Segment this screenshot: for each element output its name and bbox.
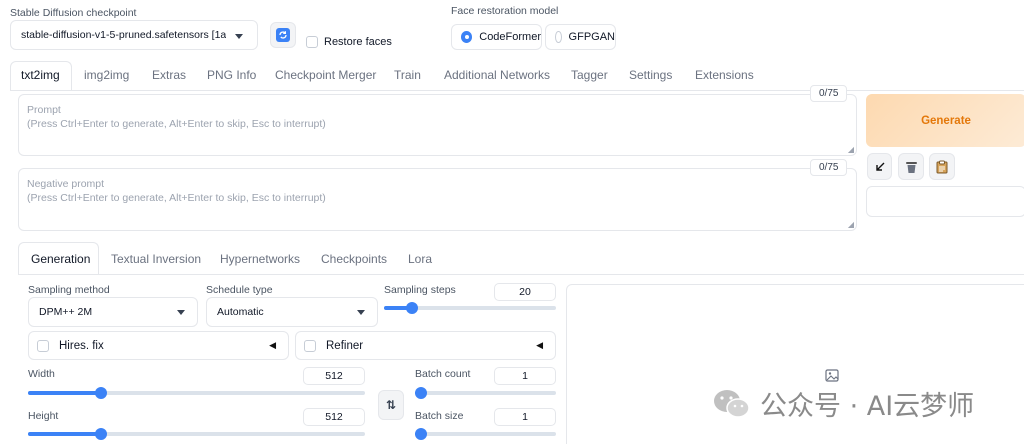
subtab-generation[interactable]: Generation [31,252,90,266]
hires-fix-accordion[interactable]: Hires. fix ◀ [28,331,289,360]
swap-icon: ⇅ [385,398,397,412]
sampling-method-select[interactable]: DPM++ 2M [28,297,198,327]
slider-fill [28,432,102,436]
watermark-text: 公众号 · AI云梦师 [760,391,975,422]
refresh-checkpoint-button[interactable] [270,22,296,48]
slider-handle[interactable] [406,302,419,314]
negative-prompt-textarea[interactable]: Negative prompt (Press Ctrl+Enter to gen… [18,168,857,231]
checkpoint-label: Stable Diffusion checkpoint [10,7,137,19]
tab-settings[interactable]: Settings [629,68,672,82]
swap-dimensions-button[interactable]: ⇅ [378,390,404,420]
clipboard-icon [936,160,948,173]
sampling-steps-input[interactable]: 20 [494,283,556,301]
chevron-down-icon [357,310,365,315]
subtabs-divider [18,274,1024,275]
schedule-type-value: Automatic [217,306,264,318]
width-input[interactable]: 512 [303,367,365,385]
generate-button[interactable]: Generate [866,94,1024,147]
checkpoint-select[interactable]: stable-diffusion-v1-5-pruned.safetensors… [10,20,258,50]
batch-count-input[interactable]: 1 [494,367,556,385]
read-params-button[interactable] [867,153,892,180]
refresh-icon [276,28,290,42]
sampling-method-value: DPM++ 2M [39,306,93,318]
tab-extensions[interactable]: Extensions [695,68,754,82]
height-input[interactable]: 512 [303,408,365,426]
chevron-down-icon [177,310,185,315]
tab-additional-networks[interactable]: Additional Networks [444,68,550,82]
clear-prompt-button[interactable] [898,153,924,180]
height-label: Height [28,410,59,422]
refiner-accordion[interactable]: Refiner ◀ [295,331,556,360]
hires-fix-label: Hires. fix [59,339,104,352]
generate-label: Generate [921,114,971,127]
sampling-method-label: Sampling method [28,284,110,296]
checkpoint-value: stable-diffusion-v1-5-pruned.safetensors… [21,29,226,41]
negative-token-counter: 0/75 [810,159,848,176]
hires-fix-checkbox[interactable] [37,339,49,352]
collapse-arrow-icon: ◀ [536,340,543,350]
tabs-divider [10,90,1024,91]
tab-checkpoint-merger[interactable]: Checkpoint Merger [275,68,376,82]
tab-img2img[interactable]: img2img [84,68,129,82]
subtab-textual-inversion[interactable]: Textual Inversion [111,252,201,266]
radio-gfpgan[interactable]: GFPGAN [545,24,616,50]
radio-selected-icon [461,31,473,43]
width-label: Width [28,368,55,380]
checkbox-box[interactable] [306,36,318,48]
slider-handle[interactable] [415,428,427,440]
radio-codeformer-label: CodeFormer [479,31,541,43]
prompt-token-counter: 0/75 [810,85,848,102]
radio-unselected-icon [555,31,562,43]
image-icon [825,369,839,382]
batch-size-input[interactable]: 1 [494,408,556,426]
slider-handle[interactable] [95,387,108,399]
restore-faces-checkbox[interactable]: Restore faces [306,36,392,48]
styles-dropdown[interactable] [866,186,1024,217]
negative-prompt-label: Negative prompt [27,178,105,190]
subtab-checkpoints[interactable]: Checkpoints [321,252,387,266]
resize-handle-icon[interactable]: ◢ [848,145,854,154]
subtab-lora[interactable]: Lora [408,252,432,266]
schedule-type-select[interactable]: Automatic [206,297,378,327]
face-restoration-label: Face restoration model [451,5,559,17]
restore-faces-label: Restore faces [324,36,392,48]
tab-png-info[interactable]: PNG Info [207,68,256,82]
refiner-checkbox[interactable] [304,339,316,352]
arrow-in-icon [875,162,884,171]
prompt-textarea[interactable]: Prompt (Press Ctrl+Enter to generate, Al… [18,94,857,156]
sampling-steps-label: Sampling steps [384,284,456,296]
chevron-down-icon [235,34,243,39]
schedule-type-label: Schedule type [206,284,273,296]
prompt-label: Prompt [27,104,61,116]
slider-handle[interactable] [415,387,427,399]
tab-tagger[interactable]: Tagger [571,68,608,82]
prompt-placeholder: (Press Ctrl+Enter to generate, Alt+Enter… [27,118,326,130]
watermark: 公众号 · AI云梦师 [712,384,974,423]
negative-prompt-placeholder: (Press Ctrl+Enter to generate, Alt+Enter… [27,192,326,204]
radio-codeformer[interactable]: CodeFormer [451,24,542,50]
slider-fill [28,391,102,395]
resize-handle-icon[interactable]: ◢ [848,220,854,229]
height-slider[interactable] [28,428,365,440]
wechat-icon [714,389,750,418]
slider-handle[interactable] [95,428,108,440]
tab-txt2img[interactable]: txt2img [21,68,60,82]
width-slider[interactable] [28,387,365,399]
paste-styles-button[interactable] [929,153,955,180]
collapse-arrow-icon: ◀ [269,340,276,350]
trash-icon [905,161,917,173]
batch-count-slider[interactable] [415,387,556,399]
batch-size-slider[interactable] [415,428,556,440]
sampling-steps-slider[interactable] [384,302,556,314]
tab-train[interactable]: Train [394,68,421,82]
radio-gfpgan-label: GFPGAN [568,31,615,43]
batch-size-label: Batch size [415,410,464,422]
tab-extras[interactable]: Extras [152,68,186,82]
batch-count-label: Batch count [415,368,471,380]
refiner-label: Refiner [326,339,364,352]
subtab-hypernetworks[interactable]: Hypernetworks [220,252,300,266]
